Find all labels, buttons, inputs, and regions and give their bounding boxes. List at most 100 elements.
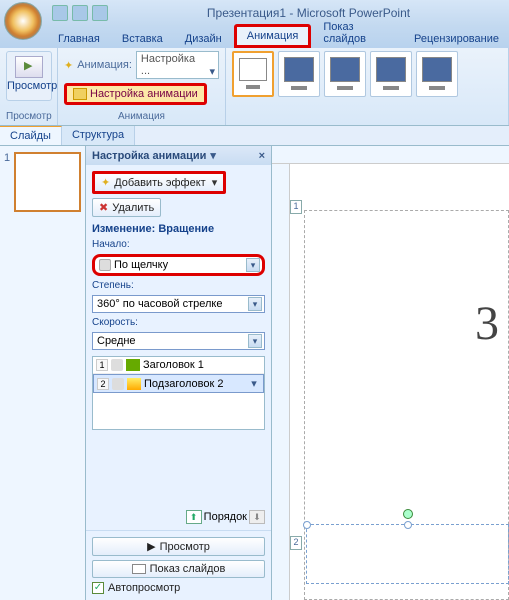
slide-thumbnails: 1: [0, 146, 86, 600]
qat-redo-icon[interactable]: [92, 5, 108, 21]
slide-text: 3: [475, 296, 499, 351]
effect-row-2[interactable]: 2 Подзаголовок 2 ▾: [93, 374, 264, 393]
group-label-animation: Анимация: [64, 111, 219, 122]
tab-outline[interactable]: Структура: [62, 126, 135, 145]
quick-access-toolbar: [52, 5, 108, 21]
ruler-horizontal: [272, 146, 509, 164]
tab-review[interactable]: Рецензирование: [404, 30, 509, 48]
slideshow-icon: [132, 564, 146, 574]
dropdown-icon[interactable]: ▾: [248, 377, 260, 390]
effect-order: 2: [97, 378, 109, 390]
tab-insert[interactable]: Вставка: [112, 30, 173, 48]
effect-name: Подзаголовок 2: [144, 378, 224, 390]
effect-list: 1 Заголовок 1 2 Подзаголовок 2 ▾: [92, 356, 265, 430]
degree-label: Степень:: [92, 280, 265, 291]
speed-label: Скорость:: [92, 317, 265, 328]
animation-label: Анимация:: [77, 59, 132, 71]
reorder-controls: ⬆ Порядок ⬇: [92, 504, 265, 524]
star-icon: ✦: [64, 59, 73, 72]
custom-anim-icon: [73, 88, 87, 100]
transition-4[interactable]: [416, 51, 458, 97]
autopreview-checkbox[interactable]: ✓ Автопросмотр: [92, 582, 265, 594]
tab-slides[interactable]: Слайды: [0, 126, 62, 145]
qat-undo-icon[interactable]: [72, 5, 88, 21]
ribbon-group-transition: [226, 48, 509, 125]
resize-handle[interactable]: [404, 521, 412, 529]
pane-title: Настройка анимации: [92, 150, 206, 162]
animation-select[interactable]: Настройка ...: [136, 51, 219, 79]
dropdown-icon: ▾: [212, 176, 218, 189]
add-effect-icon: ✦: [101, 176, 110, 189]
autopreview-label: Автопросмотр: [108, 582, 180, 594]
effect-row-1[interactable]: 1 Заголовок 1: [93, 357, 264, 374]
custom-animation-pane: Настройка анимации ▾ × ✦ Добавить эффект…: [86, 146, 272, 600]
degree-value: 360° по часовой стрелке: [97, 298, 222, 310]
add-effect-button[interactable]: ✦ Добавить эффект ▾: [92, 171, 226, 194]
reorder-label: Порядок: [204, 511, 247, 523]
qat-save-icon[interactable]: [52, 5, 68, 21]
side-tabs: Слайды Структура: [0, 126, 509, 146]
window-title: Презентация1 - Microsoft PowerPoint: [108, 6, 509, 20]
tab-design[interactable]: Дизайн: [175, 30, 232, 48]
add-effect-label: Добавить эффект: [114, 177, 205, 189]
start-label: Начало:: [92, 239, 265, 250]
custom-anim-label: Настройка анимации: [90, 88, 198, 100]
remove-icon: ✖: [99, 201, 108, 214]
tab-animation[interactable]: Анимация: [234, 24, 312, 48]
preview-icon: [15, 56, 43, 78]
play-label: Просмотр: [160, 541, 210, 553]
ruler-vertical: [272, 164, 290, 600]
slideshow-label: Показ слайдов: [150, 563, 226, 575]
slideshow-button[interactable]: Показ слайдов: [92, 560, 265, 578]
ribbon-group-preview: Просмотр Просмотр: [0, 48, 58, 125]
play-icon: ▶: [147, 540, 155, 553]
degree-combo[interactable]: 360° по часовой стрелке ▾: [92, 295, 265, 313]
office-button[interactable]: [4, 2, 42, 40]
ribbon-tabs: Главная Вставка Дизайн Анимация Показ сл…: [0, 26, 509, 48]
pane-header: Настройка анимации ▾ ×: [86, 146, 271, 165]
remove-label: Удалить: [112, 202, 154, 214]
tab-slideshow[interactable]: Показ слайдов: [313, 18, 402, 48]
move-down-button[interactable]: ⬇: [249, 510, 265, 524]
transition-1[interactable]: [278, 51, 320, 97]
custom-animation-button[interactable]: Настройка анимации: [64, 83, 207, 105]
effect-order: 1: [96, 359, 108, 371]
dropdown-icon[interactable]: ▾: [248, 297, 262, 311]
thumb-number: 1: [4, 152, 10, 164]
group-label-preview: Просмотр: [6, 111, 51, 122]
effect-type-icon: [127, 378, 141, 390]
transition-3[interactable]: [370, 51, 412, 97]
ribbon: Просмотр Просмотр ✦ Анимация: Настройка …: [0, 48, 509, 126]
speed-value: Средне: [97, 335, 136, 347]
selection-box[interactable]: [306, 524, 509, 584]
effect-name: Заголовок 1: [143, 359, 204, 371]
anim-tag-1[interactable]: 1: [290, 200, 302, 214]
resize-handle[interactable]: [303, 521, 311, 529]
pane-menu-icon[interactable]: ▾: [210, 149, 216, 162]
remove-effect-button[interactable]: ✖ Удалить: [92, 198, 161, 217]
ribbon-group-animation: ✦ Анимация: Настройка ... Настройка аним…: [58, 48, 226, 125]
transition-none[interactable]: [232, 51, 274, 97]
slide-thumb-1[interactable]: [14, 152, 81, 212]
preview-label: Просмотр: [7, 80, 57, 92]
dropdown-icon[interactable]: ▾: [248, 334, 262, 348]
mouse-icon: [111, 359, 123, 371]
play-button[interactable]: ▶ Просмотр: [92, 537, 265, 556]
preview-button[interactable]: Просмотр: [6, 51, 52, 101]
change-section-label: Изменение: Вращение: [92, 223, 265, 235]
checkbox-icon: ✓: [92, 582, 104, 594]
start-combo[interactable]: По щелчку ▾: [92, 254, 265, 276]
slide-canvas: 1 3 2: [272, 146, 509, 600]
anim-tag-2[interactable]: 2: [290, 536, 302, 550]
pane-close-icon[interactable]: ×: [259, 150, 265, 162]
move-up-button[interactable]: ⬆: [186, 510, 202, 524]
mouse-icon: [112, 378, 124, 390]
mouse-icon: [99, 259, 111, 271]
effect-type-icon: [126, 359, 140, 371]
start-value: По щелчку: [114, 259, 168, 271]
rotate-handle[interactable]: [403, 509, 413, 519]
tab-home[interactable]: Главная: [48, 30, 110, 48]
dropdown-icon[interactable]: ▾: [246, 258, 260, 272]
transition-2[interactable]: [324, 51, 366, 97]
speed-combo[interactable]: Средне ▾: [92, 332, 265, 350]
